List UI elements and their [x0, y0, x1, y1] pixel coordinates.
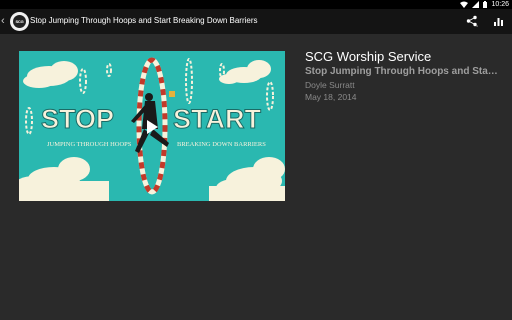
app-logo[interactable]: SCG [10, 12, 29, 31]
subline-right: BREAKING DOWN BARRIERS [177, 141, 266, 148]
speaker-name: Doyle Surratt [305, 80, 355, 90]
briefcase [169, 91, 175, 97]
video-details: SCG Worship Service Stop Jumping Through… [305, 49, 498, 102]
signal-icon [472, 1, 480, 8]
app-logo-text: SCG [13, 15, 26, 28]
back-chevron-icon[interactable]: ‹ [1, 15, 9, 27]
service-name: SCG Worship Service [305, 49, 432, 64]
subline-left: JUMPING THROUGH HOOPS [47, 141, 132, 148]
status-icons: 10:26 [460, 0, 509, 9]
sermon-date: May 18, 2014 [305, 92, 357, 102]
app-bar: ‹ SCG Stop Jumping Through Hoops and Sta… [0, 9, 512, 34]
headline-right: START [173, 104, 261, 134]
video-thumbnail[interactable]: STOP START JUMPING THROUGH HOOPS BREAKIN… [19, 51, 285, 201]
status-bar: 10:26 [0, 0, 512, 9]
battery-icon [483, 1, 488, 8]
wifi-icon [460, 1, 469, 8]
sermon-title: Stop Jumping Through Hoops and Sta… [305, 66, 498, 77]
thumbnail-artwork: STOP START JUMPING THROUGH HOOPS BREAKIN… [19, 51, 285, 201]
headline-left: STOP [41, 104, 114, 134]
app-bar-title: Stop Jumping Through Hoops and Start Bre… [30, 16, 258, 25]
stats-icon[interactable] [493, 15, 504, 27]
clock-time: 10:26 [491, 1, 509, 8]
share-icon[interactable] [466, 15, 478, 27]
